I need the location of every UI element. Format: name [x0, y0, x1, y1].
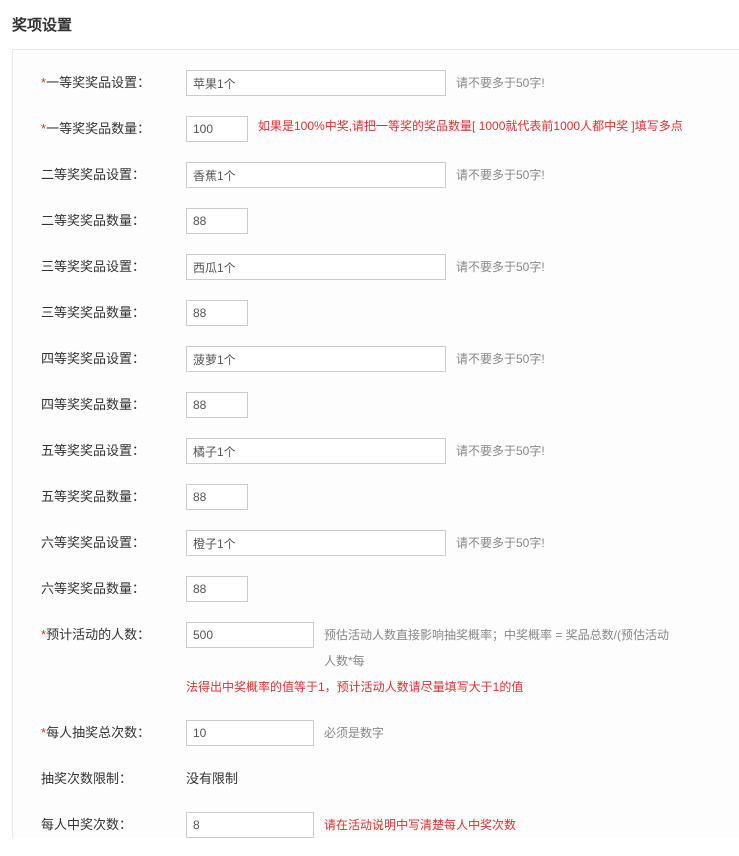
label-p3-qty: 三等奖奖品数量：: [41, 300, 186, 326]
label-p5-qty: 五等奖奖品数量：: [41, 484, 186, 510]
row-p2-qty: 二等奖奖品数量：: [41, 208, 739, 234]
row-p6-name: 六等奖奖品设置： 请不要多于50字!: [41, 530, 739, 556]
section-title: 奖项设置: [12, 10, 739, 49]
input-p6-qty[interactable]: [186, 576, 248, 602]
label-p2-qty: 二等奖奖品数量：: [41, 208, 186, 234]
label-p2-name: 二等奖奖品设置：: [41, 162, 186, 188]
row-p3-qty: 三等奖奖品数量：: [41, 300, 739, 326]
label-p4-name: 四等奖奖品设置：: [41, 346, 186, 372]
input-p4-qty[interactable]: [186, 392, 248, 418]
hint-est-ppl-2: 法得出中奖概率的值等于1，预计活动人数请尽量填写大于1的值: [186, 680, 523, 694]
form-body: *一等奖奖品设置： 请不要多于50字! *一等奖奖品数量： 如果是100%中奖,…: [12, 49, 739, 838]
hint-p3-name: 请不要多于50字!: [456, 254, 545, 280]
input-p5-qty[interactable]: [186, 484, 248, 510]
input-p2-name[interactable]: [186, 162, 446, 188]
input-draw-total[interactable]: [186, 720, 314, 746]
input-est-ppl[interactable]: [186, 622, 314, 648]
input-win-count[interactable]: [186, 812, 314, 838]
input-p1-name[interactable]: [186, 70, 446, 96]
input-p3-qty[interactable]: [186, 300, 248, 326]
hint-p4-name: 请不要多于50字!: [456, 346, 545, 372]
hint-draw-total: 必须是数字: [324, 720, 384, 746]
hint-win-count: 请在活动说明中写清楚每人中奖次数: [324, 812, 516, 838]
label-p6-name: 六等奖奖品设置：: [41, 530, 186, 556]
label-p3-name: 三等奖奖品设置：: [41, 254, 186, 280]
row-p1-qty: *一等奖奖品数量： 如果是100%中奖,请把一等奖的奖品数量[ 1000就代表前…: [41, 116, 739, 142]
label-p4-qty: 四等奖奖品数量：: [41, 392, 186, 418]
hint-p2-name: 请不要多于50字!: [456, 162, 545, 188]
label-win-count: 每人中奖次数：: [41, 812, 186, 838]
label-draw-total: *每人抽奖总次数：: [41, 720, 186, 746]
label-p6-qty: 六等奖奖品数量：: [41, 576, 186, 602]
label-p1-name: *一等奖奖品设置：: [41, 70, 186, 96]
hint-p5-name: 请不要多于50字!: [456, 438, 545, 464]
row-p4-qty: 四等奖奖品数量：: [41, 392, 739, 418]
hint-est-ppl-1: 预估活动人数直接影响抽奖概率；中奖概率 = 奖品总数/(预估活动人数*每: [324, 622, 676, 674]
row-p1-name: *一等奖奖品设置： 请不要多于50字!: [41, 70, 739, 96]
hint-p1-qty: 如果是100%中奖,请把一等奖的奖品数量[ 1000就代表前1000人都中奖 ]…: [258, 116, 683, 136]
row-p5-qty: 五等奖奖品数量：: [41, 484, 739, 510]
label-p1-qty: *一等奖奖品数量：: [41, 116, 186, 142]
row-p2-name: 二等奖奖品设置： 请不要多于50字!: [41, 162, 739, 188]
label-draw-limit: 抽奖次数限制：: [41, 766, 186, 792]
input-p6-name[interactable]: [186, 530, 446, 556]
input-p2-qty[interactable]: [186, 208, 248, 234]
label-p5-name: 五等奖奖品设置：: [41, 438, 186, 464]
row-est-ppl: *预计活动的人数： 预估活动人数直接影响抽奖概率；中奖概率 = 奖品总数/(预估…: [41, 622, 739, 700]
input-p4-name[interactable]: [186, 346, 446, 372]
row-draw-limit: 抽奖次数限制： 没有限制: [41, 766, 739, 792]
row-p4-name: 四等奖奖品设置： 请不要多于50字!: [41, 346, 739, 372]
row-draw-total: *每人抽奖总次数： 必须是数字: [41, 720, 739, 746]
static-draw-limit: 没有限制: [186, 766, 238, 792]
input-p5-name[interactable]: [186, 438, 446, 464]
hint-p1-name: 请不要多于50字!: [456, 70, 545, 96]
input-p3-name[interactable]: [186, 254, 446, 280]
label-est-ppl: *预计活动的人数：: [41, 622, 186, 648]
row-p3-name: 三等奖奖品设置： 请不要多于50字!: [41, 254, 739, 280]
hint-p6-name: 请不要多于50字!: [456, 530, 545, 556]
row-p5-name: 五等奖奖品设置： 请不要多于50字!: [41, 438, 739, 464]
row-p6-qty: 六等奖奖品数量：: [41, 576, 739, 602]
input-p1-qty[interactable]: [186, 116, 248, 142]
row-win-count: 每人中奖次数： 请在活动说明中写清楚每人中奖次数: [41, 812, 739, 838]
